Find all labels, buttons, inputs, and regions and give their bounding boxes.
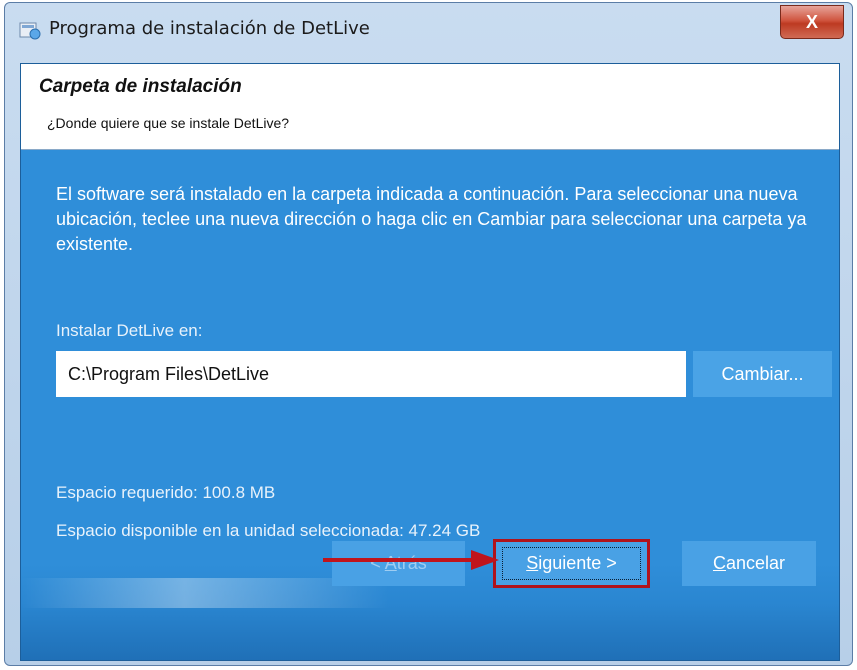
space-required-text: Espacio requerido: 100.8 MB [56,483,276,502]
install-path-input[interactable] [56,351,686,397]
cancel-button[interactable]: Cancelar [682,541,816,586]
installer-icon [19,22,41,40]
install-path-label: Instalar DetLive en: [56,321,203,340]
installer-window: Programa de instalación de DetLive X Car… [4,2,853,666]
next-rest: iguiente > [538,553,617,573]
change-folder-button[interactable]: Cambiar... [693,351,832,397]
next-button-highlight[interactable]: Siguiente > [493,539,650,588]
cancel-accel: C [712,553,726,573]
red-arrow-icon [323,550,499,570]
cancel-rest: ancelar [725,553,786,573]
space-available-text: Espacio disponible en la unidad seleccio… [56,521,481,540]
wizard-header: Carpeta de instalación ¿Donde quiere que… [21,64,839,150]
next-button[interactable]: Siguiente > [502,547,641,580]
instructions-text: El software será instalado en la carpeta… [56,184,807,254]
window-title: Programa de instalación de DetLive [49,18,370,39]
page-title: Carpeta de instalación [39,76,242,97]
page-subtitle: ¿Donde quiere que se instale DetLive? [47,115,290,131]
next-accel: S [526,553,539,573]
title-bar[interactable]: Programa de instalación de DetLive X [5,3,852,53]
close-button[interactable]: X [780,5,844,39]
